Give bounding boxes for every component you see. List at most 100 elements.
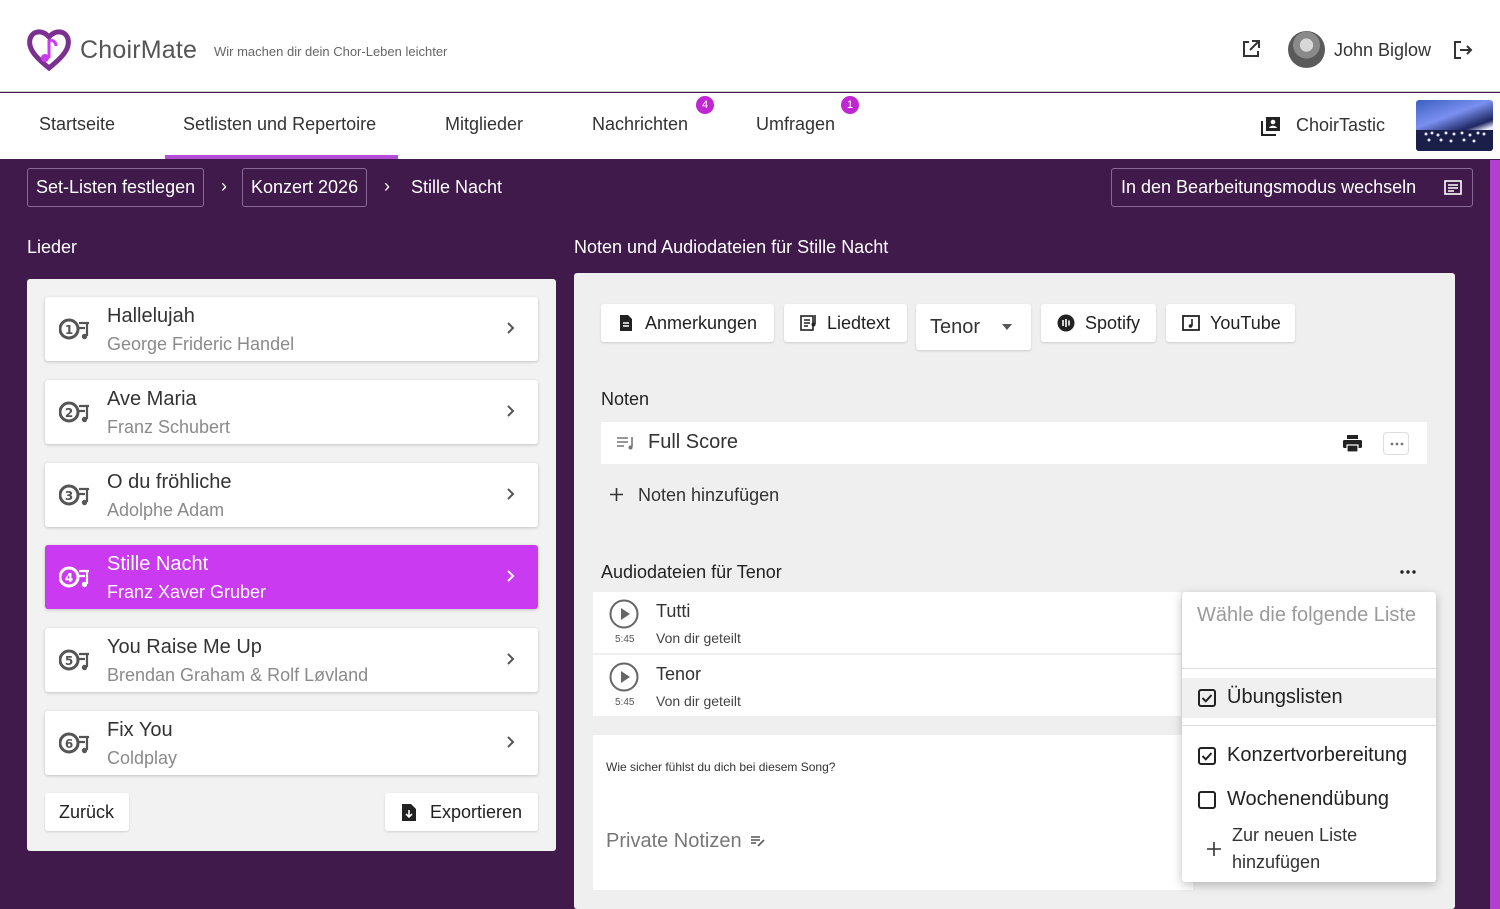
youtube-icon [1182, 315, 1200, 331]
edit-note-icon [1444, 180, 1462, 195]
song-artist: Adolphe Adam [107, 500, 225, 520]
song-title: Fix You [107, 719, 173, 741]
breadcrumb-setlists[interactable]: Set-Listen festlegen [27, 168, 205, 207]
messages-badge: 4 [696, 96, 714, 114]
app-header: ChoirMate Wir machen dir dein Chor-Leben… [0, 0, 1500, 92]
voice-select-value: Tenor [930, 316, 981, 338]
song-number-icon: 2 [59, 401, 89, 423]
sheet-music-icon [617, 437, 633, 450]
list-option-wochenendubung[interactable]: Wochenendübung [1182, 780, 1436, 820]
tab-startseite[interactable]: Startseite [39, 114, 115, 135]
audio-duration: 5:45 [615, 697, 635, 708]
voice-select[interactable]: Tenor [916, 304, 1031, 350]
lyrics-label: Liedtext [827, 313, 891, 333]
spotify-button[interactable]: Spotify [1041, 304, 1156, 342]
spotify-icon [1057, 314, 1075, 332]
song-item-active[interactable]: 4 Stille Nacht Franz Xaver Gruber [45, 545, 538, 609]
breadcrumb-concert[interactable]: Konzert 2026 [242, 168, 368, 207]
audio-shared-by: Von dir geteilt [656, 630, 741, 646]
song-artist: George Frideric Handel [107, 334, 295, 354]
list-option-label: Übungslisten [1227, 686, 1343, 708]
song-item[interactable]: 6 Fix You Coldplay [45, 711, 538, 775]
add-scores-label: Noten hinzufügen [638, 485, 780, 505]
plus-icon [610, 488, 623, 501]
chevron-right-icon [507, 736, 515, 748]
divider [1182, 725, 1436, 726]
document-icon [620, 315, 632, 331]
add-scores-button[interactable]: Noten hinzufügen [610, 485, 779, 506]
song-number: 3 [65, 489, 73, 503]
audio-more-icon[interactable] [1400, 570, 1416, 574]
youtube-button[interactable]: YouTube [1166, 304, 1295, 342]
breadcrumb-current: Stille Nacht [411, 177, 503, 197]
more-options-button[interactable] [1383, 432, 1409, 455]
edit-mode-button[interactable]: In den Bearbeitungsmodus wechseln [1111, 168, 1473, 207]
song-number-icon: 6 [59, 732, 89, 754]
audio-row[interactable]: 5:45 Tenor Von dir geteilt [593, 655, 1181, 716]
private-notes-input[interactable]: Private Notizen [606, 830, 765, 853]
lyrics-button[interactable]: Liedtext [784, 304, 907, 342]
library-icon [1261, 117, 1280, 136]
choir-image[interactable] [1416, 100, 1493, 151]
youtube-label: YouTube [1210, 313, 1281, 333]
chevron-right-icon [507, 322, 515, 334]
breadcrumb-chevron-icon: › [221, 176, 227, 196]
private-notes-area[interactable]: Wie sicher fühlst du dich bei diesem Son… [593, 735, 1193, 890]
song-number-icon: 4 [59, 566, 89, 588]
song-title: O du fröhliche [107, 471, 232, 493]
add-to-new-list-label: Zur neuen Liste hinzufügen [1232, 825, 1358, 872]
user-name[interactable]: John Biglow [1334, 40, 1431, 61]
user-avatar[interactable] [1288, 31, 1325, 68]
add-to-new-list-button[interactable]: Zur neuen Liste hinzufügen [1182, 822, 1436, 877]
chevron-right-icon [507, 405, 515, 417]
app-logo-text: ChoirMate [80, 36, 198, 64]
back-button[interactable]: Zurück [45, 793, 129, 831]
play-icon[interactable] [609, 599, 639, 629]
songs-panel: 1 Hallelujah George Frideric Handel 2 Av… [27, 279, 556, 851]
score-name: Full Score [648, 431, 739, 453]
song-title: Stille Nacht [107, 553, 209, 575]
song-number: 2 [65, 406, 73, 420]
song-item[interactable]: 5 You Raise Me Up Brendan Graham & Rolf … [45, 628, 538, 692]
annotations-label: Anmerkungen [645, 313, 758, 333]
song-artist: Franz Schubert [107, 417, 231, 437]
tab-setlisten[interactable]: Setlisten und Repertoire [183, 114, 376, 135]
song-number-icon: 3 [59, 484, 89, 506]
file-export-icon [402, 804, 416, 821]
breadcrumb-chevron-icon: › [384, 176, 390, 196]
tab-umfragen[interactable]: Umfragen [756, 114, 835, 135]
song-title: Ave Maria [107, 388, 197, 410]
audio-row[interactable]: 5:45 Tutti Von dir geteilt [593, 592, 1181, 653]
checkbox-checked-icon[interactable] [1198, 689, 1216, 707]
divider [1182, 668, 1436, 669]
logout-icon[interactable] [1452, 39, 1474, 61]
song-item[interactable]: 2 Ave Maria Franz Schubert [45, 380, 538, 444]
audio-name: Tenor [656, 664, 702, 684]
choir-name[interactable]: ChoirTastic [1296, 115, 1385, 136]
chevron-right-icon [507, 653, 515, 665]
open-external-icon[interactable] [1240, 38, 1262, 60]
lyrics-icon [800, 315, 816, 331]
app-tagline: Wir machen dir dein Chor-Leben leichter [214, 44, 448, 59]
list-option-konzertvorbereitung[interactable]: Konzertvorbereitung [1182, 736, 1436, 776]
song-item[interactable]: 1 Hallelujah George Frideric Handel [45, 297, 538, 361]
export-button[interactable]: Exportieren [385, 793, 538, 831]
audio-name: Tutti [656, 601, 691, 621]
scrollbar[interactable] [1490, 160, 1500, 909]
song-title: Hallelujah [107, 305, 195, 327]
list-option-uebungslisten[interactable]: Übungslisten [1182, 678, 1436, 718]
tab-nachrichten[interactable]: Nachrichten [592, 114, 688, 135]
more-horizontal-icon [1390, 442, 1404, 446]
print-icon[interactable] [1343, 435, 1362, 452]
checkbox-unchecked-icon[interactable] [1198, 791, 1216, 809]
list-option-label: Konzertvorbereitung [1227, 744, 1408, 766]
annotations-button[interactable]: Anmerkungen [601, 304, 774, 342]
song-number: 5 [65, 654, 73, 668]
list-option-label: Wochenendübung [1227, 788, 1389, 810]
tab-mitglieder[interactable]: Mitglieder [445, 114, 523, 135]
checkbox-checked-icon[interactable] [1198, 747, 1216, 765]
play-icon[interactable] [609, 662, 639, 692]
score-row[interactable]: Full Score [601, 422, 1427, 464]
song-item[interactable]: 3 O du fröhliche Adolphe Adam [45, 463, 538, 527]
plus-icon [1207, 842, 1221, 856]
